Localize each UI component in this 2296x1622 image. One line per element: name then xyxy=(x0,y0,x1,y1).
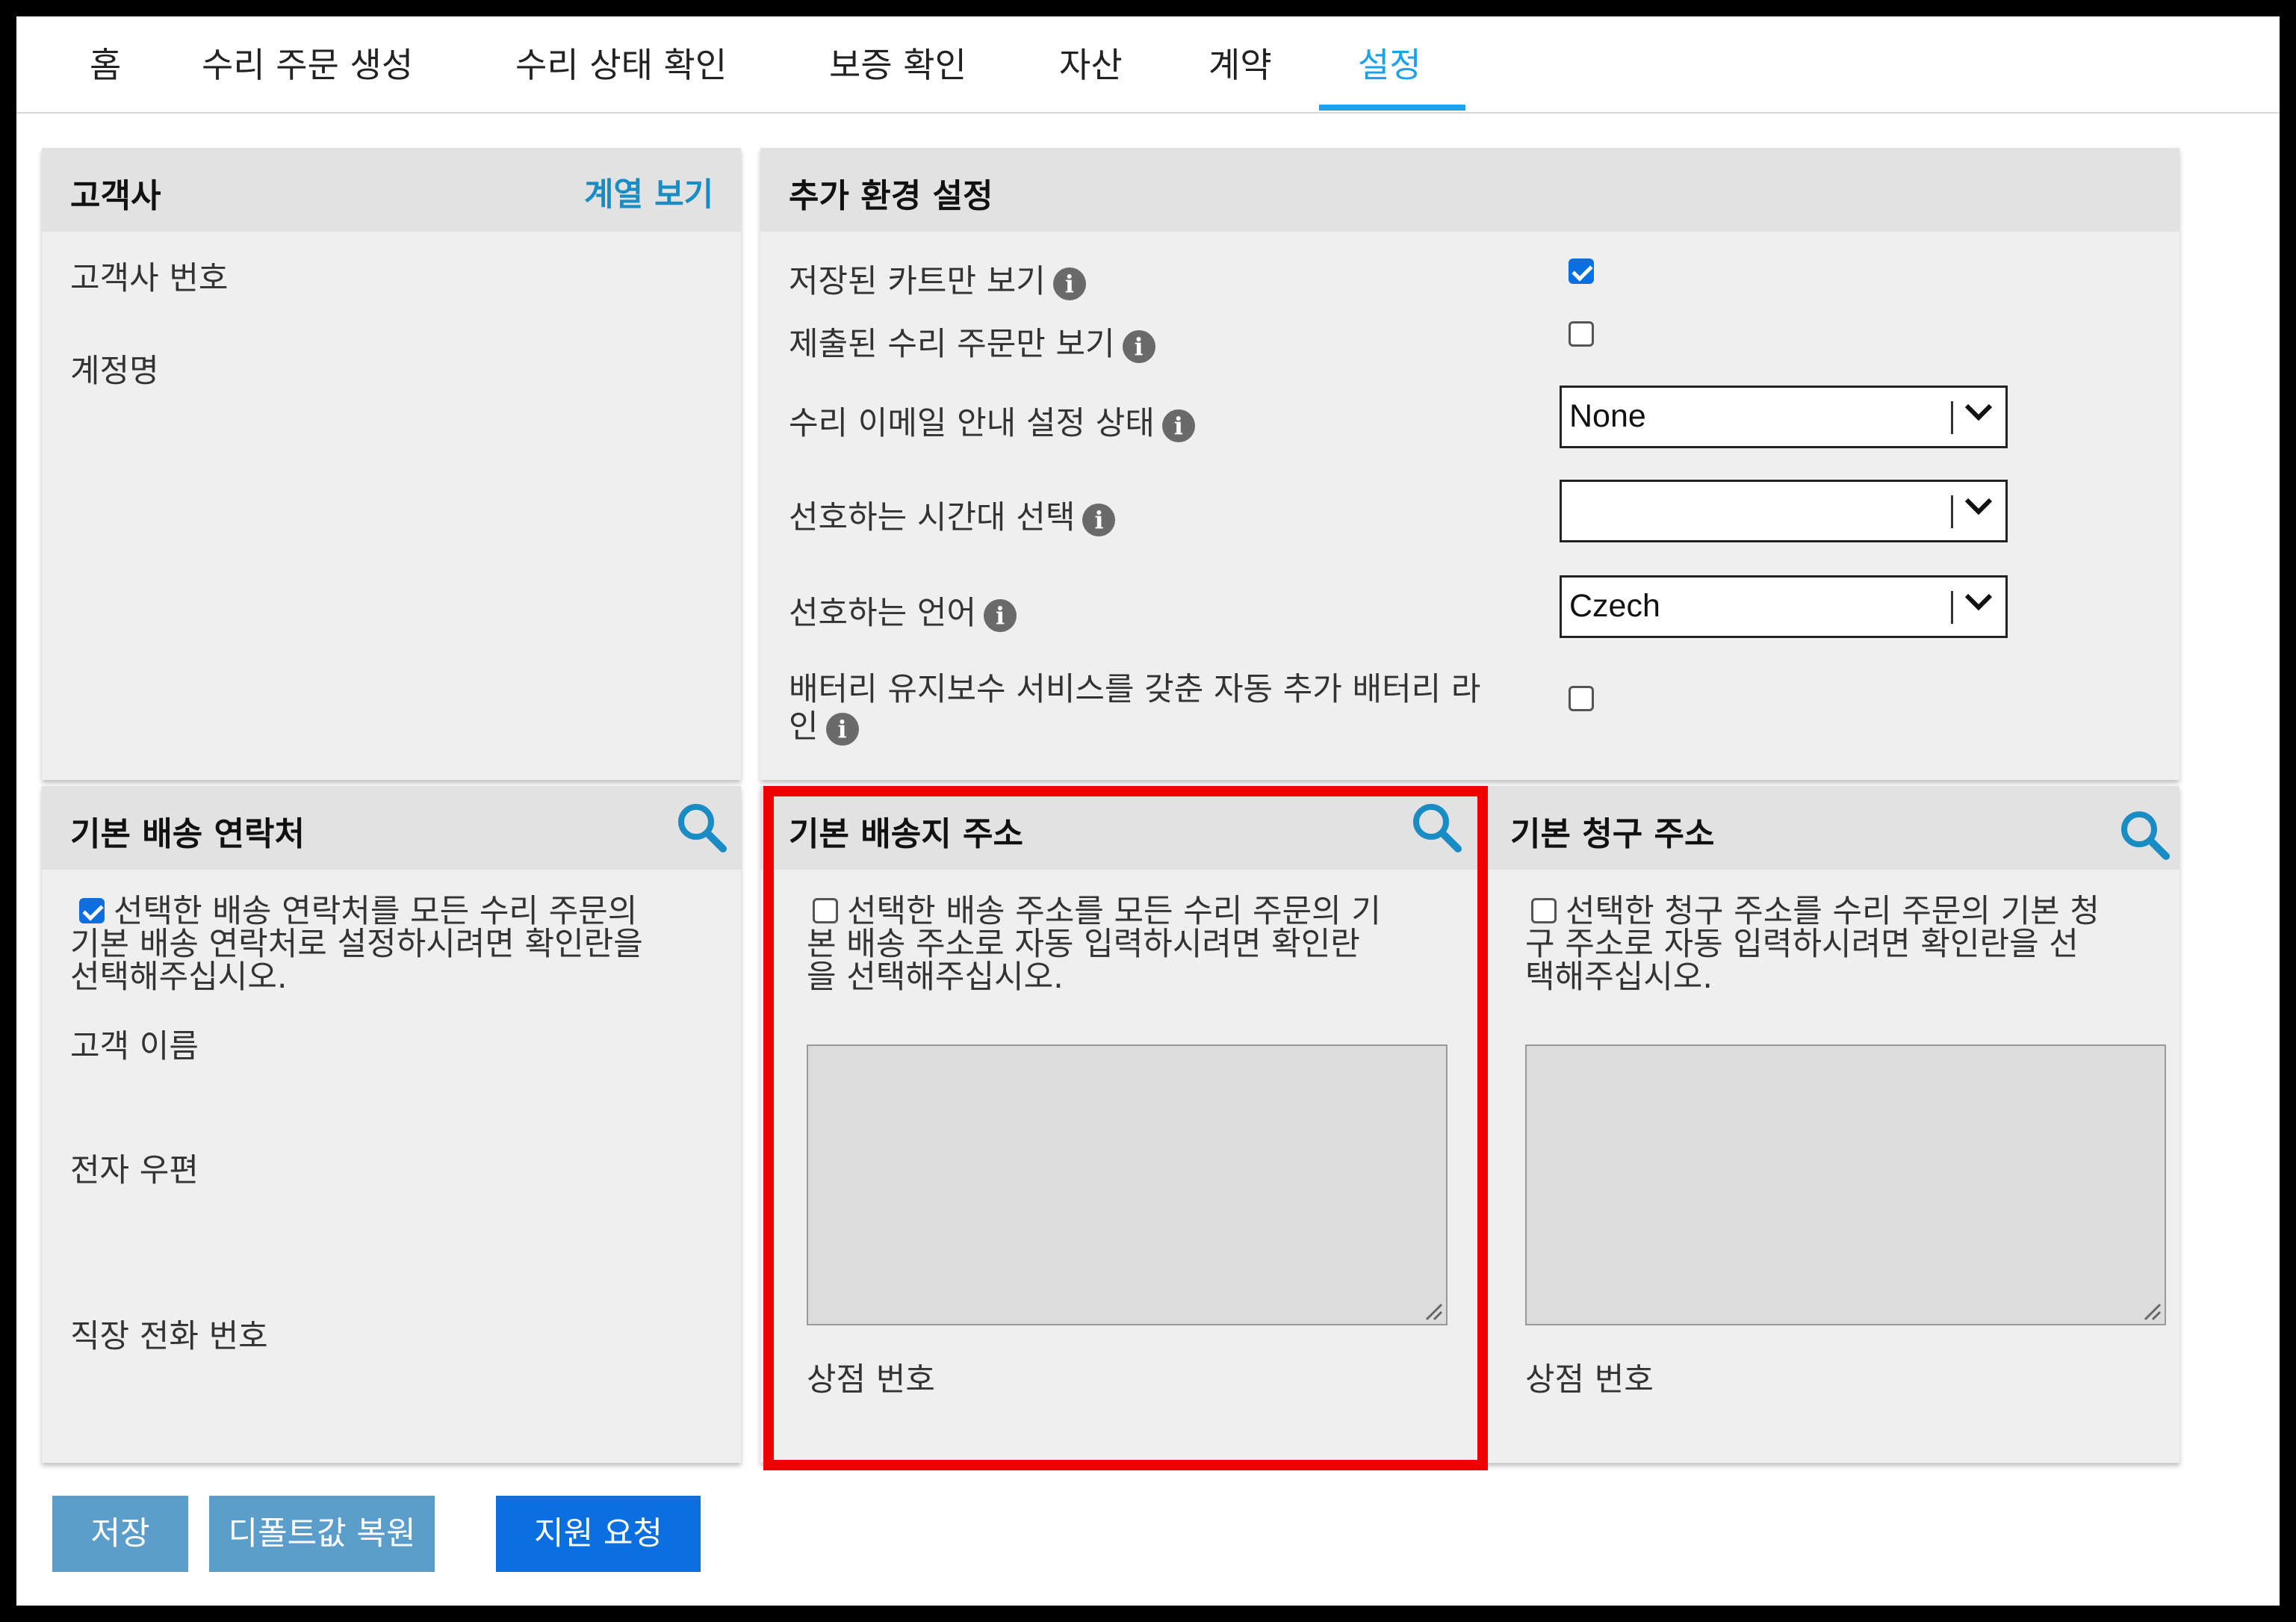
search-icon[interactable] xyxy=(675,801,729,855)
app-frame: 홈 수리 주문 생성 수리 상태 확인 보증 확인 자산 계약 설정 고객사 계… xyxy=(16,16,2280,1606)
language-row: 선호하는 언어 i xyxy=(789,587,1017,634)
ship-contact-instruction-line3: 선택해주십시오. xyxy=(70,959,288,996)
top-nav: 홈 수리 주문 생성 수리 상태 확인 보증 확인 자산 계약 설정 xyxy=(16,16,2280,114)
ship-contact-title: 기본 배송 연락처 xyxy=(70,815,305,853)
chevron-down-icon xyxy=(1964,593,1993,611)
saved-carts-checkbox[interactable] xyxy=(1569,259,1594,284)
language-label: 선호하는 언어 xyxy=(789,595,977,632)
billing-instruction-line3: 택해주십시오. xyxy=(1525,959,1713,996)
billing-instruction-line2: 구 주소로 자동 입력하시려면 확인란을 선 xyxy=(1525,926,2079,963)
submitted-orders-label: 제출된 수리 주문만 보기 xyxy=(789,326,1115,363)
select-separator xyxy=(1951,495,1953,528)
tab-contracts[interactable]: 계약 xyxy=(1208,39,1272,91)
support-request-button[interactable]: 지원 요청 xyxy=(496,1496,701,1572)
customer-panel-title: 고객사 xyxy=(70,177,161,215)
email-status-select[interactable]: None xyxy=(1560,386,2008,448)
customer-name-label: 고객 이름 xyxy=(70,1028,199,1065)
save-button[interactable]: 저장 xyxy=(52,1496,188,1572)
ship-contact-panel: 기본 배송 연락처 선택한 배송 연락처를 모든 수리 주문의 기본 배송 연락… xyxy=(42,786,741,1463)
chevron-down-icon xyxy=(1964,403,1993,421)
info-icon[interactable]: i xyxy=(984,598,1017,632)
env-settings-header: 추가 환경 설정 xyxy=(760,148,2179,232)
battery-label-line1: 배터리 유지보수 서비스를 갖춘 자동 추가 배터리 라 xyxy=(789,671,1481,708)
highlight-box xyxy=(763,786,1488,1470)
tab-warranty-check[interactable]: 보증 확인 xyxy=(829,39,967,91)
billing-store-number-label: 상점 번호 xyxy=(1525,1361,1654,1399)
email-label: 전자 우편 xyxy=(70,1152,199,1189)
chevron-down-icon xyxy=(1964,498,1993,516)
account-name-label: 계정명 xyxy=(70,353,159,390)
info-icon[interactable]: i xyxy=(1161,409,1195,442)
timezone-label: 선호하는 시간대 선택 xyxy=(789,499,1076,536)
ship-contact-header: 기본 배송 연락처 xyxy=(42,786,741,870)
billing-address-header: 기본 청구 주소 xyxy=(1482,786,2179,870)
submitted-orders-checkbox[interactable] xyxy=(1569,321,1594,347)
info-icon[interactable]: i xyxy=(1052,267,1086,300)
tab-settings[interactable]: 설정 xyxy=(1358,39,1421,91)
tab-create-repair-order[interactable]: 수리 주문 생성 xyxy=(202,39,413,91)
restore-defaults-button[interactable]: 디폴트값 복원 xyxy=(209,1496,435,1572)
ship-contact-instruction-line2: 기본 배송 연락처로 설정하시려면 확인란을 xyxy=(70,926,643,963)
battery-checkbox[interactable] xyxy=(1569,686,1594,711)
language-value: Czech xyxy=(1569,588,1660,624)
tab-assets[interactable]: 자산 xyxy=(1059,39,1123,91)
battery-label-line2: 인 xyxy=(789,708,819,746)
billing-address-title: 기본 청구 주소 xyxy=(1510,815,1715,853)
customer-panel-header: 고객사 계열 보기 xyxy=(42,148,741,232)
active-tab-indicator xyxy=(1319,105,1465,111)
email-status-value: None xyxy=(1569,398,1646,434)
billing-instruction-line1: 선택한 청구 주소를 수리 주문의 기본 청 xyxy=(1566,893,2100,930)
info-icon[interactable]: i xyxy=(1122,329,1155,363)
language-select[interactable]: Czech xyxy=(1560,575,2008,638)
customer-panel: 고객사 계열 보기 고객사 번호 계정명 xyxy=(42,148,741,780)
timezone-row: 선호하는 시간대 선택 i xyxy=(789,492,1116,538)
ship-contact-default-checkbox[interactable] xyxy=(79,898,105,923)
billing-address-panel: 기본 청구 주소 선택한 청구 주소를 수리 주문의 기본 청 구 주소로 자동… xyxy=(1482,786,2179,1463)
info-icon[interactable]: i xyxy=(825,712,859,746)
customer-number-label: 고객사 번호 xyxy=(70,260,229,297)
select-separator xyxy=(1951,591,1953,624)
select-separator xyxy=(1951,401,1953,434)
env-settings-panel: 추가 환경 설정 저장된 카트만 보기 i 제출된 수리 주문만 보기 i 수리 이… xyxy=(760,148,2179,780)
billing-default-checkbox[interactable] xyxy=(1531,898,1557,923)
saved-carts-label: 저장된 카트만 보기 xyxy=(789,263,1046,300)
env-settings-title: 추가 환경 설정 xyxy=(789,177,993,215)
ship-contact-instruction-line1: 선택한 배송 연락처를 모든 수리 주문의 xyxy=(114,893,638,930)
tab-repair-status[interactable]: 수리 상태 확인 xyxy=(515,39,727,91)
submitted-orders-row: 제출된 수리 주문만 보기 i xyxy=(789,318,1155,365)
work-phone-label: 직장 전화 번호 xyxy=(70,1318,268,1355)
saved-carts-row: 저장된 카트만 보기 i xyxy=(789,256,1086,302)
search-icon[interactable] xyxy=(2118,808,2172,862)
timezone-select[interactable] xyxy=(1560,480,2008,542)
resize-grip-icon[interactable] xyxy=(2139,1298,2162,1321)
email-status-row: 수리 이메일 안내 설정 상태 i xyxy=(789,397,1195,444)
view-hierarchy-link[interactable]: 계열 보기 xyxy=(584,169,713,215)
battery-row-line2: 인i xyxy=(789,701,859,747)
billing-address-textarea[interactable] xyxy=(1525,1044,2166,1325)
info-icon[interactable]: i xyxy=(1082,503,1116,536)
tab-home[interactable]: 홈 xyxy=(90,39,121,91)
email-status-label: 수리 이메일 안내 설정 상태 xyxy=(789,405,1155,442)
